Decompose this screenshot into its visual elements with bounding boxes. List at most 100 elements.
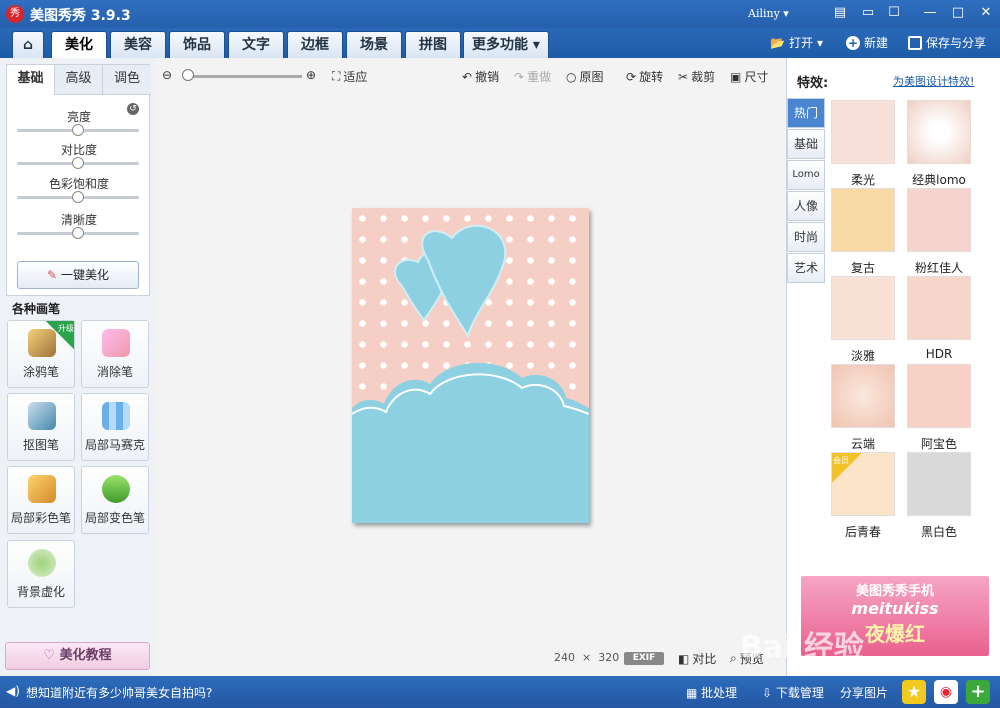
pen-nib-icon — [28, 402, 56, 430]
rotate-button[interactable]: ⟳ 旋转 — [626, 68, 663, 85]
user-name: Ailiny — [748, 7, 780, 20]
download-button[interactable]: ⇩ 下载管理 — [762, 684, 824, 701]
tab-frame[interactable]: 边框 — [287, 31, 343, 58]
brush-recolor[interactable]: 局部变色笔 — [81, 466, 149, 534]
close-icon[interactable]: ✕ — [976, 4, 996, 22]
vip-badge: 会员 — [832, 453, 862, 483]
slider-knob[interactable] — [72, 191, 84, 203]
tab-scene[interactable]: 场景 — [346, 31, 402, 58]
brightness-slider[interactable] — [17, 124, 139, 136]
exif-button[interactable]: EXIF — [624, 652, 664, 665]
fit-icon: ⛶ — [332, 69, 341, 83]
redo-button[interactable]: ↷ 重做 — [514, 68, 551, 85]
tab-beautify[interactable]: 美化 — [51, 31, 107, 58]
slider-knob[interactable] — [72, 157, 84, 169]
effect-soft-light[interactable] — [831, 100, 895, 164]
zoom-in-icon[interactable]: ⊕ — [306, 68, 316, 82]
save-share-button[interactable]: 保存与分享 — [908, 34, 986, 51]
cat-hot[interactable]: 热门 — [787, 98, 825, 128]
watermark-url: jingyan.baidu.com — [800, 662, 902, 675]
batch-button[interactable]: ▦ 批处理 — [686, 684, 737, 701]
undo-icon: ↶ — [462, 69, 473, 84]
tab-color[interactable]: 调色 — [103, 65, 151, 95]
cat-portrait[interactable]: 人像 — [787, 191, 825, 221]
home-tab[interactable]: ⌂ — [12, 31, 44, 58]
effect-black-white[interactable] — [907, 452, 971, 516]
effect-pink-lady[interactable] — [907, 188, 971, 252]
left-panel: 基础 高级 调色 ↺ 亮度 对比度 色彩饱和度 清晰度 ✎ 一键美化 各种画笔 … — [0, 58, 156, 676]
share-image-button[interactable]: 分享图片 — [840, 684, 888, 701]
redo-icon: ↷ — [514, 69, 525, 84]
mosaic-icon — [102, 402, 130, 430]
sharpness-slider[interactable] — [17, 227, 139, 239]
weibo-icon[interactable]: ◉ — [934, 680, 958, 704]
brush-label: 局部马赛克 — [84, 438, 145, 452]
brush-mosaic[interactable]: 局部马赛克 — [81, 393, 149, 461]
original-button[interactable]: ○ 原图 — [566, 68, 604, 85]
cat-basic[interactable]: 基础 — [787, 129, 825, 159]
effects-title: 特效: — [797, 76, 829, 91]
maximize-icon[interactable]: □ — [948, 4, 968, 22]
effect-cloud[interactable] — [831, 364, 895, 428]
size-button[interactable]: ▣ 尺寸 — [730, 68, 768, 85]
open-button[interactable]: 📂 打开 ▾ — [770, 34, 823, 51]
tab-advanced[interactable]: 高级 — [55, 65, 103, 95]
new-button[interactable]: + 新建 — [846, 34, 888, 51]
crop-button[interactable]: ✂ 裁剪 — [678, 68, 715, 85]
watermark: Bai 经验 — [740, 630, 864, 665]
app-title: 美图秀秀 3.9.3 — [30, 8, 131, 24]
cat-fashion[interactable]: 时尚 — [787, 222, 825, 252]
message-icon[interactable]: ▭ — [858, 4, 878, 22]
effect-retro[interactable] — [831, 188, 895, 252]
zoom-out-icon[interactable]: ⊖ — [162, 68, 172, 82]
tab-beauty[interactable]: 美容 — [110, 31, 166, 58]
effect-youth[interactable]: 会员 — [831, 452, 895, 516]
design-effects-link[interactable]: 为美图设计特效! — [893, 73, 974, 89]
brush-color[interactable]: 局部彩色笔 — [7, 466, 75, 534]
wand-icon: ✎ — [47, 268, 58, 282]
zoom-knob[interactable] — [182, 69, 194, 81]
effect-classic-lomo[interactable] — [907, 100, 971, 164]
brush-cutout[interactable]: 抠图笔 — [7, 393, 75, 461]
skin-icon[interactable]: ▤ — [830, 4, 850, 22]
tab-more[interactable]: 更多功能 ▾ — [463, 31, 549, 58]
effect-hdr[interactable] — [907, 276, 971, 340]
compare-button[interactable]: ◧ 对比 — [678, 650, 716, 667]
contrast-slider[interactable] — [17, 157, 139, 169]
brush-eraser[interactable]: 消除笔 — [81, 320, 149, 388]
main-tab-bar: ⌂ 美化 美容 饰品 文字 边框 场景 拼图 更多功能 ▾ 📂 打开 ▾ + 新建 保… — [0, 28, 1000, 58]
user-menu[interactable]: Ailiny ▾ — [748, 7, 789, 20]
brush-doodle[interactable]: 升级 涂鸦笔 — [7, 320, 75, 388]
tab-basic[interactable]: 基础 — [7, 65, 55, 95]
add-icon[interactable]: + — [966, 680, 990, 704]
tab-text[interactable]: 文字 — [228, 31, 284, 58]
saturation-slider[interactable] — [17, 191, 139, 203]
contrast-label: 对比度 — [60, 143, 97, 157]
upgrade-badge-label: 升级 — [58, 324, 74, 333]
home-icon: ⌂ — [22, 37, 34, 53]
tutorial-button[interactable]: ♡ 美化教程 — [5, 642, 150, 670]
effect-elegant[interactable] — [831, 276, 895, 340]
slider-knob[interactable] — [72, 227, 84, 239]
fit-button[interactable]: ⛶ 适应 — [332, 68, 367, 85]
zoom-slider[interactable] — [184, 75, 302, 78]
minimize-icon[interactable]: — — [920, 4, 940, 22]
effect-abao[interactable] — [907, 364, 971, 428]
folder-icon: 📂 — [770, 35, 785, 50]
fit-label: 适应 — [343, 70, 368, 84]
status-bar: ◀) 想知道附近有多少帅哥美女自拍吗? ▦ 批处理 ⇩ 下载管理 分享图片 ★ … — [0, 676, 1000, 708]
brush-blur-bg[interactable]: 背景虚化 — [7, 540, 75, 608]
one-key-beautify-button[interactable]: ✎ 一键美化 — [17, 261, 139, 289]
photo-canvas[interactable] — [352, 208, 589, 523]
tab-accessories[interactable]: 饰品 — [169, 31, 225, 58]
status-message[interactable]: 想知道附近有多少帅哥美女自拍吗? — [26, 684, 212, 701]
slider-knob[interactable] — [72, 124, 84, 136]
exif-label: EXIF — [632, 653, 656, 663]
rotate-label: 旋转 — [639, 70, 664, 84]
times-sign: × — [582, 651, 592, 664]
star-icon[interactable]: ★ — [902, 680, 926, 704]
tab-collage[interactable]: 拼图 — [405, 31, 461, 58]
menu-icon[interactable]: ☐ — [884, 4, 904, 22]
undo-button[interactable]: ↶ 撤销 — [462, 68, 499, 85]
sharpness-label: 清晰度 — [60, 213, 97, 227]
